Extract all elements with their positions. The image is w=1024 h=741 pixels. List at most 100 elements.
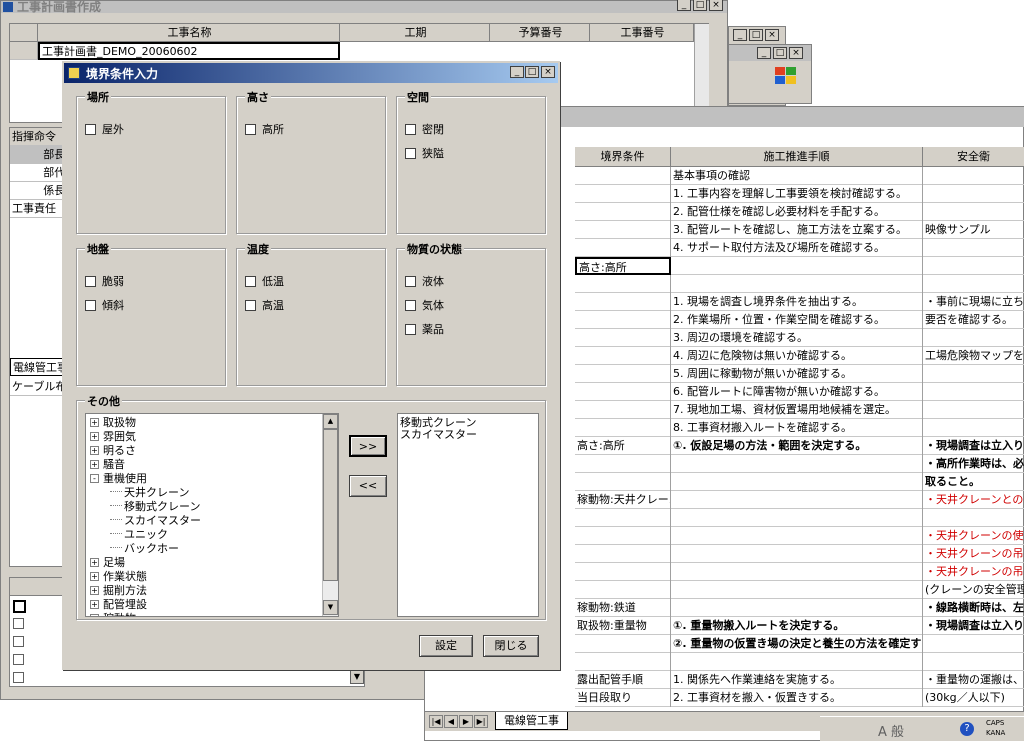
row-checkbox[interactable]	[13, 636, 24, 647]
procedure-cell[interactable]	[671, 473, 923, 491]
condition-cell[interactable]	[575, 239, 671, 257]
project-name-cell[interactable]: 工事計画書_DEMO_20060602	[38, 42, 340, 60]
expand-icon[interactable]: +	[90, 558, 99, 567]
condition-cell[interactable]	[575, 581, 671, 599]
maximize-button[interactable]: □	[773, 47, 787, 59]
close-button[interactable]: ×	[709, 0, 723, 11]
procedure-cell[interactable]	[671, 275, 923, 293]
scroll-down-button[interactable]: ▼	[323, 600, 338, 615]
tree-node[interactable]: + 稼動物	[90, 610, 136, 616]
condition-cell[interactable]: 高さ:高所	[575, 437, 671, 455]
safety-cell[interactable]: ・現場調査は立入り	[923, 617, 1024, 635]
safety-cell[interactable]: 工場危険物マップを参	[923, 347, 1024, 365]
procedure-cell[interactable]	[671, 599, 923, 617]
condition-cell[interactable]	[575, 293, 671, 311]
procedure-cell[interactable]	[671, 509, 923, 527]
help-icon[interactable]: ?	[960, 722, 974, 736]
collapse-icon[interactable]: -	[90, 474, 99, 483]
close-button[interactable]: ×	[765, 29, 779, 41]
procedure-cell[interactable]: ①. 仮設足場の方法・範囲を決定する。	[671, 437, 923, 455]
safety-cell[interactable]: 要否を確認する。	[923, 311, 1024, 329]
safety-cell[interactable]: (30kg／人以下)	[923, 689, 1024, 707]
condition-cell[interactable]: 露出配管手順	[575, 671, 671, 689]
col-header-budget[interactable]: 予算番号	[490, 24, 590, 42]
condition-cell[interactable]	[575, 527, 671, 545]
safety-cell[interactable]: ・線路横断時は、左	[923, 599, 1024, 617]
procedure-cell[interactable]	[671, 545, 923, 563]
dropdown-arrow[interactable]: ▼	[350, 670, 364, 684]
add-button[interactable]: >>	[349, 435, 387, 457]
col-header-condition[interactable]: 境界条件	[575, 147, 671, 167]
procedure-cell[interactable]: 5. 周囲に稼動物が無いか確認する。	[671, 365, 923, 383]
maximize-button[interactable]: □	[693, 0, 707, 11]
condition-cell[interactable]	[575, 653, 671, 671]
condition-cell[interactable]	[575, 635, 671, 653]
safety-cell[interactable]	[923, 239, 1024, 257]
sheet-tab[interactable]: 電線管工事	[495, 712, 568, 730]
procedure-cell[interactable]: 7. 現地加工場、資材仮置場用地候補を選定。	[671, 401, 923, 419]
role-item[interactable]: 工事責任	[10, 200, 70, 218]
row-checkbox[interactable]	[13, 600, 26, 613]
safety-cell[interactable]: 取ること。	[923, 473, 1024, 491]
safety-cell[interactable]: ・天井クレーンとの干渉	[923, 491, 1024, 509]
minimize-button[interactable]: _	[733, 29, 747, 41]
expand-icon[interactable]: +	[90, 572, 99, 581]
work-item[interactable]: ケーブル布設	[10, 378, 70, 396]
ok-button[interactable]: 設定	[419, 635, 473, 657]
safety-cell[interactable]: ・現場調査は立入り	[923, 437, 1024, 455]
safety-cell[interactable]	[923, 401, 1024, 419]
safety-cell[interactable]	[923, 635, 1024, 653]
condition-cell[interactable]	[575, 203, 671, 221]
role-item[interactable]: 部長/	[10, 146, 70, 164]
procedure-cell[interactable]	[671, 455, 923, 473]
safety-cell[interactable]	[923, 275, 1024, 293]
dialog-minimize-button[interactable]: _	[510, 66, 524, 78]
condition-cell[interactable]: 稼動物:鉄道	[575, 599, 671, 617]
safety-cell[interactable]: 映像サンプル	[923, 221, 1024, 239]
safety-cell[interactable]	[923, 167, 1024, 185]
checkbox-enclosed[interactable]: 密閉	[405, 121, 444, 137]
col-header-period[interactable]: 工期	[340, 24, 490, 42]
safety-cell[interactable]	[923, 509, 1024, 527]
dialog-maximize-button[interactable]: □	[525, 66, 539, 78]
procedure-cell[interactable]: 8. 工事資材搬入ルートを確認する。	[671, 419, 923, 437]
first-sheet-button[interactable]: |◀	[429, 715, 443, 728]
work-item[interactable]: 電線管工事	[10, 358, 70, 376]
condition-cell[interactable]	[575, 509, 671, 527]
expand-icon[interactable]: +	[90, 614, 99, 616]
prev-sheet-button[interactable]: ◀	[444, 715, 458, 728]
procedure-cell[interactable]: 2. 配管仕様を確認し必要材料を手配する。	[671, 203, 923, 221]
close-dialog-button[interactable]: 閉じる	[483, 635, 539, 657]
procedure-cell[interactable]: 6. 配管ルートに障害物が無いか確認する。	[671, 383, 923, 401]
condition-cell[interactable]	[575, 473, 671, 491]
safety-cell[interactable]: ・高所作業時は、必	[923, 455, 1024, 473]
condition-cell[interactable]	[575, 563, 671, 581]
condition-cell[interactable]	[575, 365, 671, 383]
safety-cell[interactable]	[923, 419, 1024, 437]
row-checkbox[interactable]	[13, 672, 24, 683]
condition-cell[interactable]	[575, 185, 671, 203]
safety-cell[interactable]	[923, 203, 1024, 221]
scroll-thumb[interactable]	[323, 429, 338, 581]
expand-icon[interactable]: +	[90, 586, 99, 595]
procedure-cell[interactable]	[671, 581, 923, 599]
safety-cell[interactable]: ・天井クレーンの吊荷の	[923, 563, 1024, 581]
next-sheet-button[interactable]: ▶	[459, 715, 473, 728]
condition-cell[interactable]	[575, 401, 671, 419]
role-item[interactable]: 係長/	[10, 182, 70, 200]
safety-cell[interactable]: ・天井クレーンの吊荷の	[923, 545, 1024, 563]
safety-cell[interactable]	[923, 383, 1024, 401]
safety-cell[interactable]: ・天井クレーンの使用	[923, 527, 1024, 545]
condition-cell[interactable]: 当日段取り	[575, 689, 671, 707]
tree-scrollbar[interactable]: ▲ ▼	[322, 414, 338, 616]
col-header-procedure[interactable]: 施工推進手順	[671, 147, 923, 167]
condition-cell[interactable]	[575, 329, 671, 347]
minimize-button[interactable]: _	[677, 0, 691, 11]
procedure-cell[interactable]: 基本事項の確認	[671, 167, 923, 185]
procedure-cell[interactable]: 2. 作業場所・位置・作業空間を確認する。	[671, 311, 923, 329]
expand-icon[interactable]: +	[90, 418, 99, 427]
col-header-safety[interactable]: 安全衛	[923, 147, 1024, 167]
col-header-number[interactable]: 工事番号	[590, 24, 694, 42]
expand-icon[interactable]: +	[90, 460, 99, 469]
procedure-cell[interactable]: 3. 周辺の環境を確認する。	[671, 329, 923, 347]
